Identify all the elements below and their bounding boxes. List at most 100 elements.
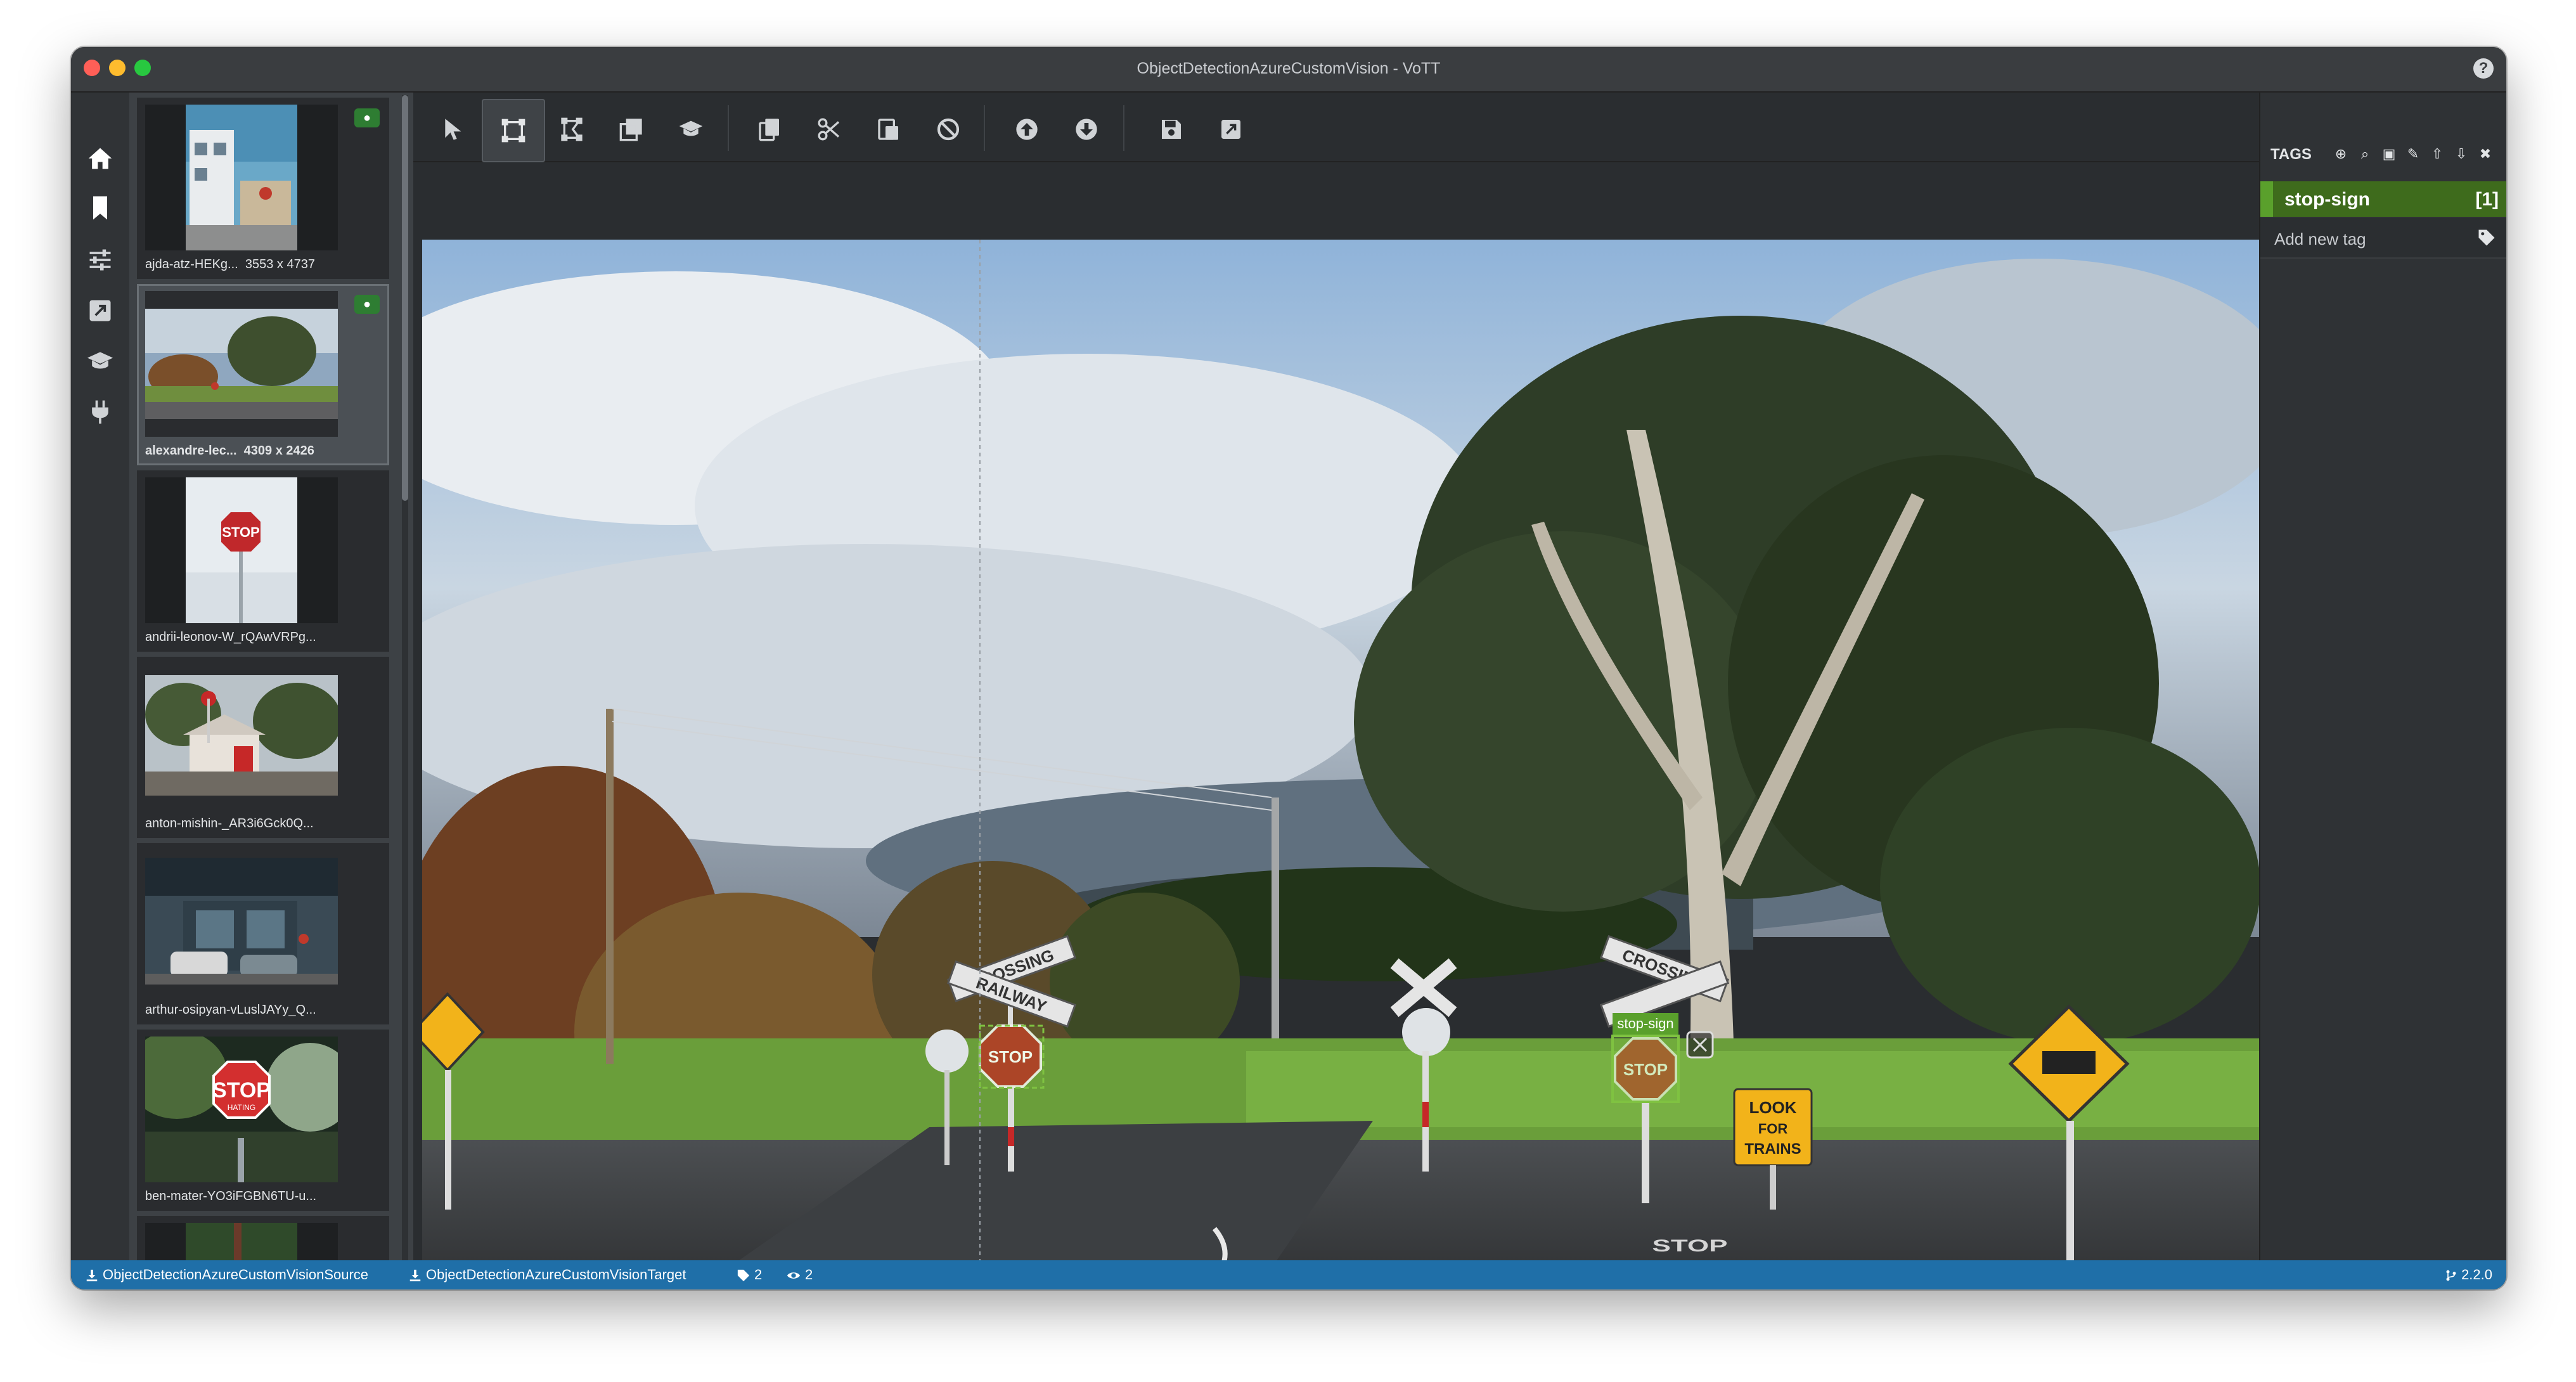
download-icon [86, 1270, 98, 1282]
trains-sign-text: TRAINS [1744, 1140, 1801, 1158]
add-tag-icon[interactable]: ⊕ [2333, 146, 2349, 162]
title-bar: ObjectDetectionAzureCustomVision - VoTT … [71, 47, 2506, 93]
editor-canvas[interactable]: CROSSING RAILWAY STOP [413, 162, 2259, 1289]
tag-name: stop-sign [2284, 189, 2370, 210]
previous-asset-button[interactable] [996, 99, 1057, 160]
search-icon[interactable]: ⌕ [2357, 146, 2373, 162]
source-name: ObjectDetectionAzureCustomVisionSource [103, 1267, 369, 1282]
rectangle-tool-button[interactable] [482, 99, 545, 162]
edit-icon[interactable]: ✎ [2405, 146, 2421, 162]
app-version: 2.2.0 [2445, 1267, 2492, 1283]
select-tool-button[interactable] [422, 99, 483, 160]
target-connection[interactable]: ObjectDetectionAzureCustomVisionTarget [408, 1267, 686, 1283]
add-tag-placeholder: Add new tag [2274, 229, 2366, 249]
asset-image[interactable]: CROSSING RAILWAY STOP [422, 240, 2259, 1289]
stop-sign-text: STOP [222, 524, 260, 540]
save-project-button[interactable] [1141, 99, 1202, 160]
for-sign-text: FOR [1758, 1121, 1788, 1137]
road-stop-marking: STOP [1652, 1236, 1728, 1255]
thumbnail-name: ben-mater-YO3iFGBN6TU-u... [145, 1189, 317, 1203]
region-tag-label: stop-sign [1617, 1016, 1673, 1031]
export-icon[interactable] [86, 297, 114, 325]
thumbnail-name: ajda-atz-HEKg... [145, 257, 238, 271]
clear-icon [937, 118, 960, 141]
source-connection[interactable]: ObjectDetectionAzureCustomVisionSource [85, 1267, 368, 1283]
polygon-icon [561, 117, 583, 141]
tags-title: TAGS [2270, 146, 2312, 163]
previous-icon [1016, 119, 1038, 140]
asset-thumbnail-active[interactable]: ● alexandre-lec... 4309 x 2426 [137, 284, 389, 465]
left-nav [71, 93, 129, 1289]
help-icon[interactable]: ? [2473, 58, 2494, 79]
look-sign-text: LOOK [1749, 1098, 1796, 1117]
active-learning-button[interactable] [660, 99, 721, 160]
export-project-button[interactable] [1201, 99, 1261, 160]
active-learning-icon [679, 120, 703, 136]
asset-thumbnail[interactable]: STOP HATING ben-mater-YO3iFGBN6TU-u... [137, 1030, 389, 1211]
cut-regions-button[interactable] [799, 99, 860, 160]
delete-icon[interactable]: ✖ [2477, 146, 2494, 162]
export-icon [1221, 120, 1240, 139]
tag-icon [2478, 229, 2495, 246]
rectangle-icon [501, 119, 525, 143]
thumbnail-image [145, 664, 338, 810]
visited-count: 2 [786, 1267, 813, 1283]
home-icon[interactable] [86, 145, 114, 172]
thumbnail-image [145, 105, 338, 250]
tag-icon [737, 1270, 750, 1282]
save-icon [1162, 120, 1181, 139]
window-title: ObjectDetectionAzureCustomVision - VoTT [1137, 60, 1441, 77]
thumbnail-image: STOP [145, 477, 338, 623]
paste-regions-button[interactable] [858, 99, 919, 160]
graduation-cap-icon[interactable] [86, 347, 114, 375]
thumbnail-image [145, 291, 338, 437]
copy-rect-icon [619, 119, 642, 141]
paste-icon [878, 119, 898, 140]
status-bar: ObjectDetectionAzureCustomVisionSource O… [71, 1260, 2506, 1289]
asset-thumbnail[interactable]: arthur-osipyan-vLuslJAYy_Q... [137, 843, 389, 1024]
copy-icon [759, 119, 779, 141]
sliders-icon[interactable] [86, 246, 114, 274]
app-window: ObjectDetectionAzureCustomVision - VoTT … [71, 47, 2506, 1289]
tag-toolbar: ⊕ ⌕ ▣ ✎ ⇧ ⇩ ✖ [2333, 146, 2494, 165]
polygon-tool-button[interactable] [541, 99, 602, 160]
cut-icon [818, 118, 840, 141]
target-name: ObjectDetectionAzureCustomVisionTarget [426, 1267, 686, 1282]
tagged-badge-icon: ● [354, 108, 380, 127]
move-down-icon[interactable]: ⇩ [2453, 146, 2470, 162]
plug-icon[interactable] [86, 398, 114, 426]
stop-sign-text: STOP [212, 1078, 271, 1102]
git-branch-icon [2446, 1270, 2456, 1281]
copy-regions-button[interactable] [739, 99, 800, 160]
tagged-count: 2 [737, 1267, 762, 1283]
thumbnail-scrollbar-thumb[interactable] [402, 95, 408, 501]
download-icon [409, 1270, 421, 1282]
asset-thumbnail[interactable]: STOP andrii-leonov-W_rQAwVRPg... [137, 470, 389, 652]
move-up-icon[interactable]: ⇧ [2429, 146, 2445, 162]
copy-rectangle-button[interactable] [601, 99, 662, 160]
editor-toolbar [413, 93, 2259, 162]
tag-count: [1] [2475, 189, 2499, 210]
tag-item-stop-sign[interactable]: stop-sign [1] [2260, 181, 2506, 217]
clear-regions-button[interactable] [918, 99, 979, 160]
thumbnail-name: anton-mishin-_AR3i6Gck0Q... [145, 817, 314, 830]
asset-thumbnail[interactable]: anton-mishin-_AR3i6Gck0Q... [137, 657, 389, 838]
lock-icon[interactable]: ▣ [2381, 146, 2397, 162]
thumbnail-name: arthur-osipyan-vLuslJAYy_Q... [145, 1003, 316, 1017]
thumbnail-name: alexandre-lec... [145, 444, 237, 458]
thumbnail-size: 4309 x 2426 [243, 444, 314, 458]
pointer-icon [445, 119, 461, 140]
tagged-badge-icon: ● [354, 295, 380, 314]
next-icon [1076, 119, 1097, 140]
thumbnail-image [145, 850, 338, 996]
tags-panel: TAGS ⊕ ⌕ ▣ ✎ ⇧ ⇩ ✖ stop-sign [1] Add new… [2259, 93, 2506, 1289]
stop-sign-subtext: HATING [228, 1103, 255, 1112]
asset-thumbnail-list: ● ajda-atz-HEKg... 3553 x 4737 ● alexand… [129, 93, 413, 1289]
asset-thumbnail[interactable]: ● ajda-atz-HEKg... 3553 x 4737 [137, 98, 389, 279]
thumbnail-image: STOP HATING [145, 1036, 338, 1182]
thumbnail-name: andrii-leonov-W_rQAwVRPg... [145, 630, 316, 644]
eye-icon [787, 1272, 801, 1279]
add-tag-input[interactable]: Add new tag [2260, 218, 2506, 259]
next-asset-button[interactable] [1056, 99, 1117, 160]
bookmark-icon[interactable] [86, 194, 114, 222]
